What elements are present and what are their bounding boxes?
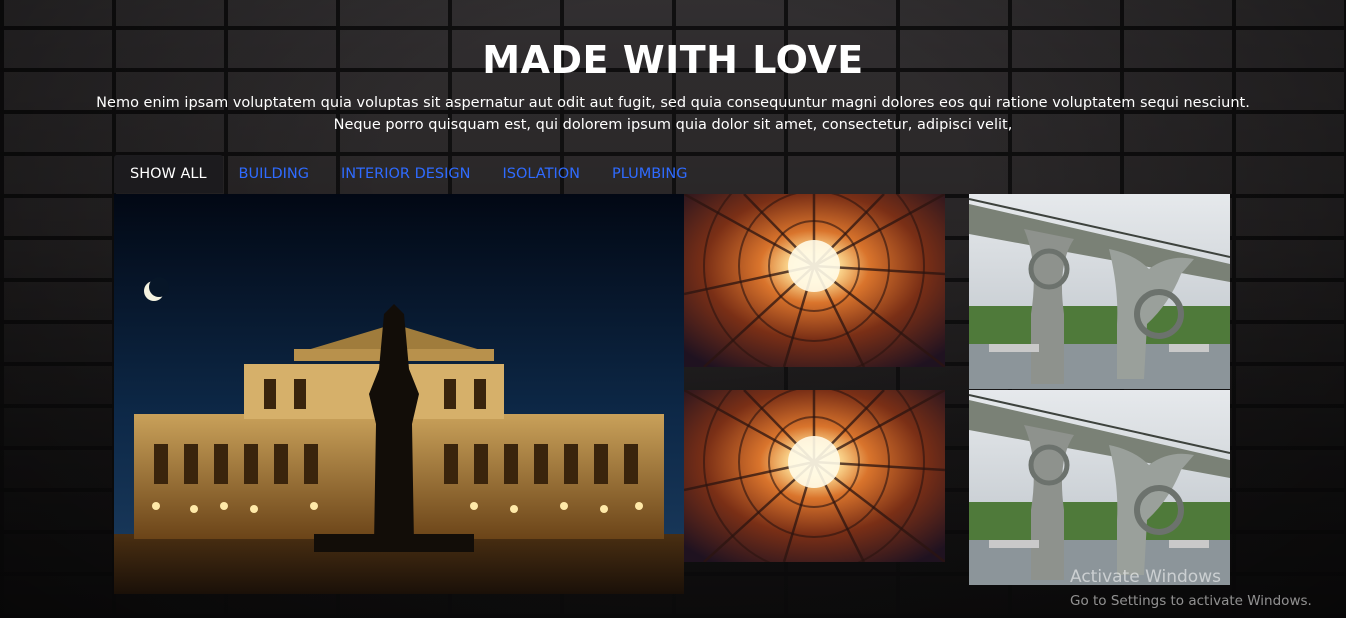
gallery-image-bridge-top[interactable]	[969, 194, 1230, 389]
tab-show-all[interactable]: SHOW ALL	[114, 155, 223, 193]
watermark-subtitle: Go to Settings to activate Windows.	[1070, 593, 1312, 609]
description-line-2: Neque porro quisquam est, qui dolorem ip…	[333, 117, 1013, 133]
hero-header: MADE WITH LOVE Nemo enim ipsam voluptate…	[0, 36, 1346, 136]
gallery-image-courtyard-top[interactable]	[684, 194, 945, 367]
page-description: Nemo enim ipsam voluptatem quia voluptas…	[83, 92, 1263, 136]
activate-windows-watermark: Activate Windows Go to Settings to activ…	[1070, 566, 1312, 611]
gallery-image-courtyard-bottom[interactable]	[684, 390, 945, 562]
description-line-1: Nemo enim ipsam voluptatem quia voluptas…	[96, 95, 1250, 111]
tab-interior-design[interactable]: INTERIOR DESIGN	[325, 155, 486, 193]
tab-isolation[interactable]: ISOLATION	[486, 155, 596, 193]
gallery-image-opera-house[interactable]	[114, 194, 684, 594]
tab-building[interactable]: BUILDING	[223, 155, 325, 193]
watermark-title: Activate Windows	[1070, 567, 1221, 587]
filter-tabs: SHOW ALL BUILDING INTERIOR DESIGN ISOLAT…	[114, 155, 704, 193]
tab-plumbing[interactable]: PLUMBING	[596, 155, 704, 193]
page-title: MADE WITH LOVE	[482, 38, 864, 82]
gallery-image-bridge-bottom[interactable]	[969, 390, 1230, 585]
